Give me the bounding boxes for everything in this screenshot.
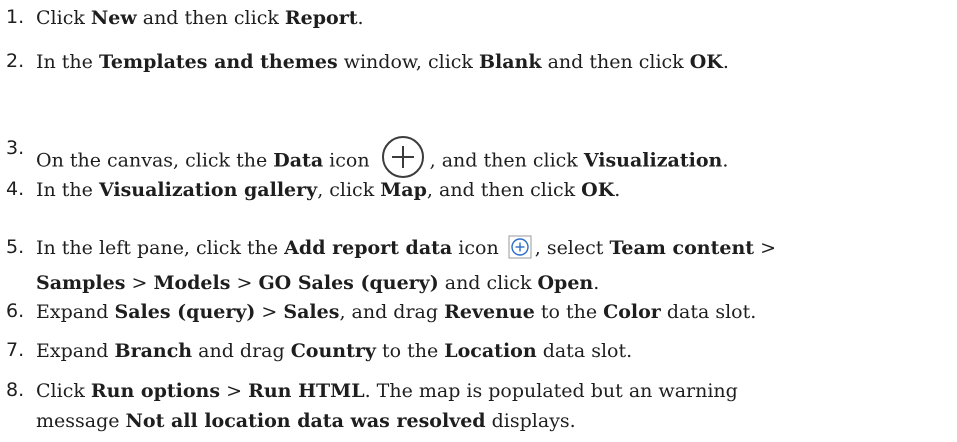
ui-term: Samples	[36, 272, 126, 294]
ui-term: Sales	[283, 301, 340, 323]
step-text-run: and click	[438, 272, 538, 294]
step-number: 4.	[6, 178, 25, 200]
ui-term: Visualization gallery	[98, 179, 318, 201]
step-text-run: data slot.	[660, 301, 757, 323]
step-text-run: Click	[36, 7, 91, 29]
ui-term: Branch	[114, 340, 193, 362]
ui-term: Country	[290, 340, 376, 362]
step-text: In the Visualization gallery, click Map,…	[36, 175, 937, 205]
ui-term: Models	[153, 272, 231, 294]
step-text-run: message	[36, 410, 126, 432]
step-text-run: >	[230, 272, 259, 294]
step-text-run: In the left pane, click the	[36, 237, 285, 259]
ui-term: Data	[273, 149, 324, 172]
ui-term: Blank	[478, 51, 542, 73]
ui-term: GO Sales (query)	[258, 272, 439, 294]
ui-term: New	[90, 7, 137, 29]
ui-term: OK	[581, 179, 615, 201]
step-text-run: and then click	[541, 51, 690, 73]
step-text-run: and then click	[136, 7, 285, 29]
ui-term: Sales (query)	[114, 301, 256, 323]
step-text-run: .	[614, 179, 621, 201]
step-text-run: data slot.	[536, 340, 633, 362]
step-text-run: . The map is populated but an warning	[364, 380, 738, 402]
step-text-run: >	[220, 380, 249, 402]
step-text-run: , and then click	[429, 149, 584, 172]
ui-term: Add report data	[284, 237, 453, 259]
step-number: 2.	[6, 50, 25, 72]
step-number: 5.	[6, 236, 25, 258]
ui-term: Team content	[609, 237, 755, 259]
step-text-run: displays.	[485, 410, 576, 432]
step-text: Click New and then click Report.	[36, 3, 937, 33]
step-text: Expand Sales (query) > Sales, and drag R…	[36, 297, 937, 327]
ui-term: Not all location data was resolved	[125, 410, 486, 432]
step-text-run: to the	[375, 340, 445, 362]
step-text-run: icon	[452, 237, 505, 259]
step-text-run: Click	[36, 380, 91, 402]
step-text-run: >	[125, 272, 154, 294]
step-text-run: window, click	[337, 51, 479, 73]
step-text-run: Expand	[36, 301, 115, 323]
step-text-run: .	[722, 149, 729, 172]
step-text-run: In the	[36, 179, 99, 201]
ui-term: Templates and themes	[98, 51, 338, 73]
step-text: Expand Branch and drag Country to the Lo…	[36, 336, 937, 366]
step-text-run: , and then click	[426, 179, 582, 201]
step-text-run: In the	[36, 51, 99, 73]
step-number: 8.	[6, 379, 25, 401]
step-text-run: >	[754, 237, 777, 259]
step-text-run: and drag	[192, 340, 291, 362]
ui-term: Map	[380, 179, 427, 201]
step-text-run: On the canvas, click the	[36, 149, 274, 172]
step-text-run: , click	[317, 179, 381, 201]
step-text-run: .	[357, 7, 364, 29]
ui-term: Report	[284, 7, 358, 29]
step-text-run: , and drag	[339, 301, 445, 323]
ui-term: Visualization	[583, 149, 723, 172]
step-number: 3.	[6, 137, 25, 159]
ui-term: Run options	[90, 380, 221, 402]
step-text-run: to the	[534, 301, 604, 323]
ui-term: OK	[689, 51, 723, 73]
step-number: 7.	[6, 339, 25, 361]
step-number: 6.	[6, 300, 25, 322]
add-data-icon[interactable]	[508, 235, 532, 268]
ui-term: Revenue	[444, 301, 535, 323]
step-text: In the left pane, click the Add report d…	[36, 233, 937, 298]
step-text-run: icon	[323, 149, 376, 172]
step-text-run: Expand	[36, 340, 115, 362]
step-text-run: .	[722, 51, 729, 73]
step-text-run: .	[593, 272, 600, 294]
step-text: Click Run options > Run HTML. The map is…	[36, 376, 937, 436]
step-text: In the Templates and themes window, clic…	[36, 47, 937, 77]
ui-term: Run HTML	[248, 380, 365, 402]
ui-term: Open	[537, 272, 594, 294]
ui-term: Color	[603, 301, 661, 323]
step-number: 1.	[6, 6, 25, 28]
ui-term: Location	[444, 340, 537, 362]
step-text-run: >	[255, 301, 284, 323]
step-text-run: , select	[534, 237, 610, 259]
